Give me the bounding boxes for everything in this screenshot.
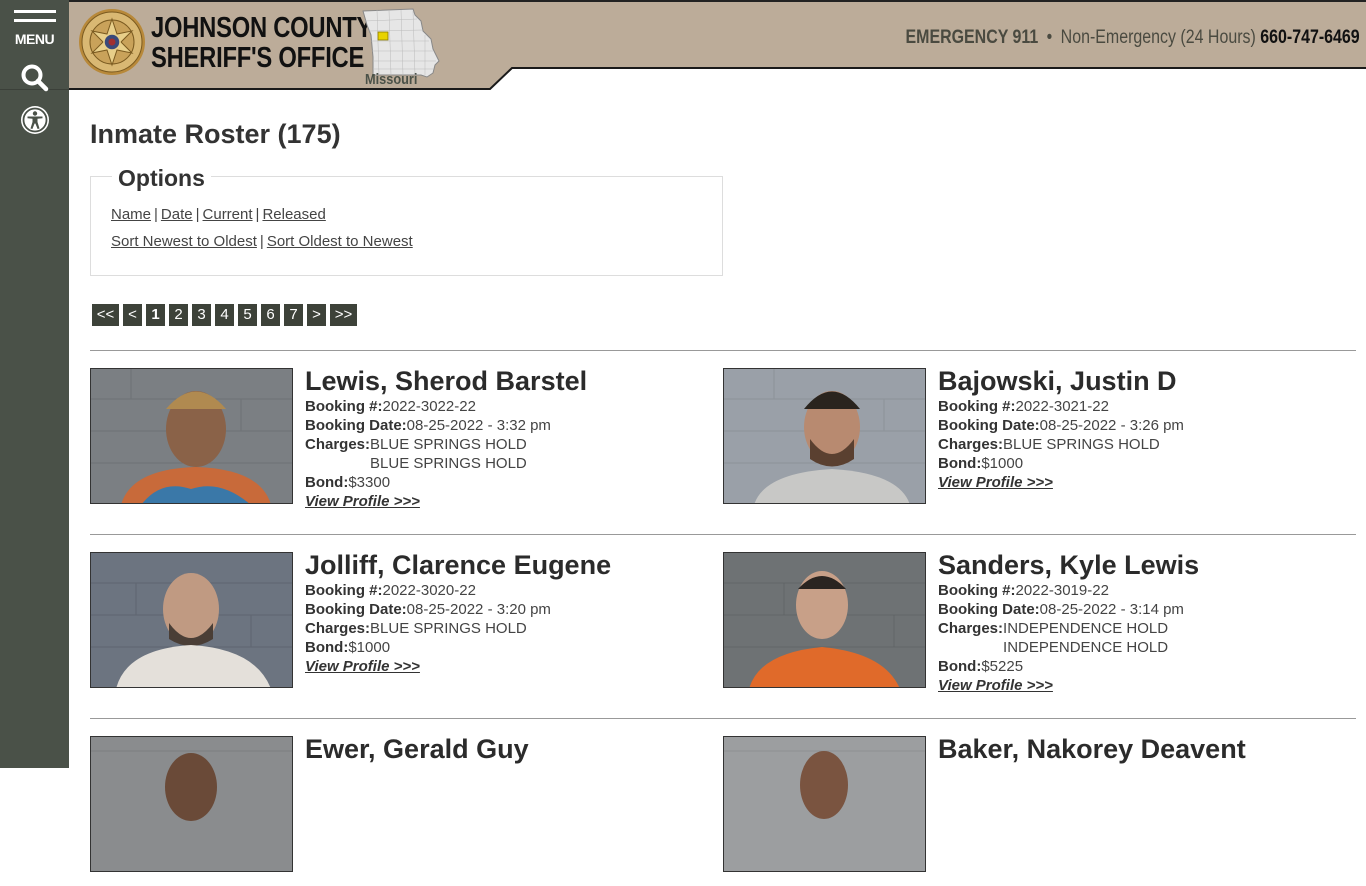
- inmate-card: Bajowski, Justin D Booking #:2022-3021-2…: [723, 365, 1343, 518]
- inmate-name[interactable]: Baker, Nakorey Deavent: [938, 733, 1246, 765]
- inmate-name[interactable]: Sanders, Kyle Lewis: [938, 549, 1199, 581]
- divider: [90, 534, 1356, 535]
- booking-date: Booking Date:08-25-2022 - 3:26 pm: [938, 417, 1184, 434]
- page-last-button[interactable]: >>: [330, 304, 357, 326]
- non-emergency-phone[interactable]: 660-747-6469: [1261, 27, 1360, 48]
- sheriff-badge-logo[interactable]: [77, 7, 147, 77]
- booking-number: Booking #:2022-3021-22: [938, 398, 1109, 415]
- view-profile-link[interactable]: View Profile >>>: [938, 473, 1053, 492]
- separator-dot: •: [1047, 27, 1053, 48]
- page-5-button[interactable]: 5: [238, 304, 257, 326]
- site-title-line2: SHERIFF'S OFFICE: [151, 42, 365, 74]
- inmate-card: Jolliff, Clarence Eugene Booking #:2022-…: [90, 549, 710, 702]
- divider: [90, 718, 1356, 719]
- search-icon[interactable]: [20, 64, 50, 92]
- menu-icon: [14, 10, 56, 28]
- charges: Charges: INDEPENDENCE HOLD INDEPENDENCE HO…: [938, 620, 1169, 656]
- view-profile-link[interactable]: View Profile >>>: [305, 657, 420, 676]
- contact-info: EMERGENCY 911 • Non-Emergency (24 Hours) 6…: [906, 27, 1360, 49]
- sort-oldest-link[interactable]: Sort Oldest to Newest: [267, 233, 413, 250]
- filter-current-link[interactable]: Current: [203, 206, 253, 223]
- site-header: JOHNSON COUNTY SHERIFF'S OFFICE Missouri…: [69, 0, 1366, 92]
- bond: Bond:$5225: [938, 658, 1024, 675]
- inmate-photo[interactable]: [90, 552, 293, 688]
- booking-date: Booking Date:08-25-2022 - 3:20 pm: [305, 601, 551, 618]
- options-box: Options Name | Date | Current | Released Sort …: [90, 165, 723, 276]
- booking-date: Booking Date:08-25-2022 - 3:14 pm: [938, 601, 1184, 618]
- inmate-card: Baker, Nakorey Deavent: [723, 733, 1343, 886]
- booking-number: Booking #:2022-3019-22: [938, 582, 1109, 599]
- sort-links: Sort Newest to Oldest | Sort Oldest to New…: [111, 233, 413, 250]
- charges: Charges: BLUE SPRINGS HOLD: [938, 436, 1160, 453]
- page-title: Inmate Roster (175): [90, 119, 341, 149]
- page-prev-button[interactable]: <: [123, 304, 142, 326]
- pagination: << < 1 2 3 4 5 6 7 > >>: [92, 304, 357, 326]
- view-profile-link[interactable]: View Profile >>>: [305, 492, 420, 511]
- booking-number: Booking #:2022-3022-22: [305, 398, 476, 415]
- missouri-map-icon: [362, 8, 440, 78]
- site-title-line1: JOHNSON COUNTY: [151, 12, 373, 44]
- divider: [90, 350, 1356, 351]
- page-2-button[interactable]: 2: [169, 304, 188, 326]
- inmate-photo[interactable]: [90, 736, 293, 872]
- inmate-photo[interactable]: [723, 736, 926, 872]
- charges: Charges: BLUE SPRINGS HOLD: [305, 620, 527, 637]
- page-first-button[interactable]: <<: [92, 304, 119, 326]
- inmate-photo[interactable]: [90, 368, 293, 504]
- inmate-photo[interactable]: [723, 552, 926, 688]
- sidebar: MENU: [0, 0, 69, 768]
- state-label: Missouri: [365, 71, 418, 88]
- inmate-card: Ewer, Gerald Guy: [90, 733, 710, 886]
- page-7-button[interactable]: 7: [284, 304, 303, 326]
- bond: Bond:$1000: [938, 455, 1024, 472]
- site-title[interactable]: JOHNSON COUNTY SHERIFF'S OFFICE: [151, 13, 372, 73]
- page-6-button[interactable]: 6: [261, 304, 280, 326]
- bond: Bond:$1000: [305, 639, 391, 656]
- sort-newest-link[interactable]: Sort Newest to Oldest: [111, 233, 257, 250]
- filter-date-link[interactable]: Date: [161, 206, 193, 223]
- view-profile-link[interactable]: View Profile >>>: [938, 676, 1053, 695]
- page-next-button[interactable]: >: [307, 304, 326, 326]
- emergency-number[interactable]: EMERGENCY 911: [906, 27, 1039, 48]
- options-legend: Options: [112, 165, 211, 192]
- non-emergency-label: Non-Emergency (24 Hours): [1061, 27, 1257, 48]
- inmate-name[interactable]: Bajowski, Justin D: [938, 365, 1184, 397]
- inmate-card: Sanders, Kyle Lewis Booking #:2022-3019-…: [723, 549, 1343, 702]
- filter-links: Name | Date | Current | Released: [111, 206, 326, 223]
- inmate-name[interactable]: Lewis, Sherod Barstel: [305, 365, 587, 397]
- inmate-photo[interactable]: [723, 368, 926, 504]
- booking-date: Booking Date:08-25-2022 - 3:32 pm: [305, 417, 551, 434]
- bond: Bond:$3300: [305, 474, 391, 491]
- accessibility-icon[interactable]: [19, 104, 51, 136]
- booking-number: Booking #:2022-3020-22: [305, 582, 476, 599]
- inmate-card: Lewis, Sherod Barstel Booking #:2022-302…: [90, 365, 710, 518]
- menu-label: MENU: [14, 31, 55, 47]
- page-1-button[interactable]: 1: [146, 304, 165, 326]
- page-4-button[interactable]: 4: [215, 304, 234, 326]
- filter-released-link[interactable]: Released: [262, 206, 325, 223]
- menu-button[interactable]: MENU: [0, 0, 69, 92]
- page-3-button[interactable]: 3: [192, 304, 211, 326]
- inmate-name[interactable]: Ewer, Gerald Guy: [305, 733, 529, 765]
- charges: Charges: BLUE SPRINGS HOLD BLUE SPRINGS HO…: [305, 436, 527, 472]
- inmate-name[interactable]: Jolliff, Clarence Eugene: [305, 549, 611, 581]
- filter-name-link[interactable]: Name: [111, 206, 151, 223]
